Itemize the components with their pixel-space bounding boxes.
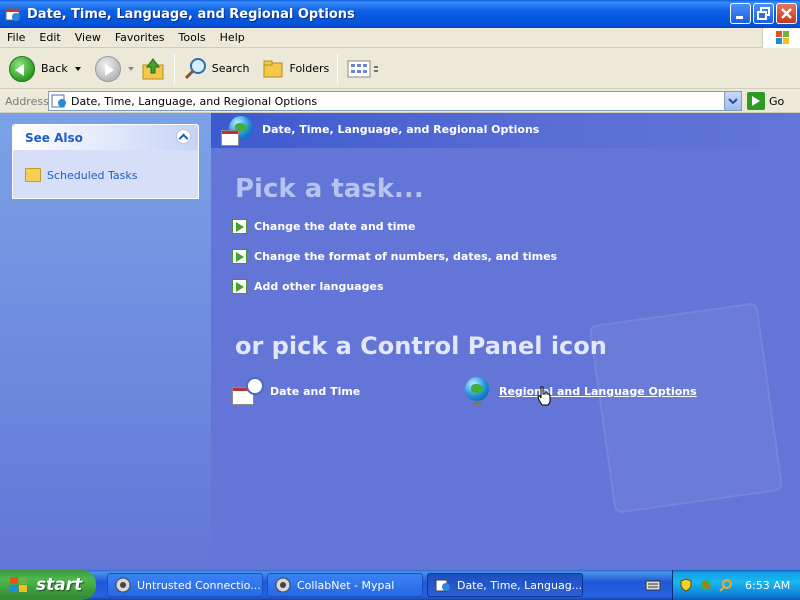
toolbar: Back Search Folders (0, 49, 800, 89)
pick-icon-heading: or pick a Control Panel icon (235, 332, 607, 360)
restore-button[interactable] (753, 3, 774, 24)
see-also-panel: See Also Scheduled Tasks (12, 124, 199, 199)
keyboard-icon[interactable] (645, 578, 661, 592)
cp-icon-date-time[interactable]: Date and Time (232, 375, 360, 407)
taskbar-button-label: Untrusted Connectio... (137, 578, 261, 592)
network-icon[interactable] (699, 578, 713, 592)
taskbar-button-date-time[interactable]: Date, Time, Languag... (427, 573, 583, 597)
scheduled-tasks-icon (25, 168, 41, 182)
cp-label-regional-language: Regional and Language Options (499, 384, 697, 398)
date-time-icon (232, 375, 266, 407)
forward-button[interactable] (92, 53, 137, 85)
go-label: Go (769, 94, 785, 108)
close-button[interactable] (776, 3, 797, 24)
control-panel-page-icon (51, 94, 66, 108)
folders-button[interactable]: Folders (259, 53, 333, 85)
browser-icon (115, 577, 131, 593)
address-input[interactable]: Date, Time, Language, and Regional Optio… (48, 91, 742, 111)
task-label: Change the format of numbers, dates, and… (254, 250, 558, 263)
sidebar-item-scheduled-tasks[interactable]: Scheduled Tasks (25, 168, 138, 182)
sidebar-item-label: Scheduled Tasks (47, 168, 138, 182)
address-label: Address (5, 94, 49, 108)
menu-view[interactable]: View (68, 31, 108, 44)
task-add-languages[interactable]: Add other languages (232, 279, 384, 294)
up-folder-button[interactable] (137, 53, 169, 85)
window-title: Date, Time, Language, and Regional Optio… (27, 6, 355, 22)
windows-logo-icon (762, 28, 800, 48)
address-bar: Address Date, Time, Language, and Region… (0, 90, 800, 113)
back-label: Back (41, 62, 68, 75)
see-also-header[interactable]: See Also (13, 125, 198, 150)
category-header: Date, Time, Language, and Regional Optio… (211, 113, 800, 148)
cp-label-date-time: Date and Time (270, 384, 361, 398)
back-arrow-icon (9, 55, 35, 82)
search-tray-icon[interactable] (719, 578, 733, 592)
main-content: Date, Time, Language, and Regional Optio… (211, 113, 800, 570)
task-arrow-icon (232, 249, 247, 264)
title-bar[interactable]: Date, Time, Language, and Regional Optio… (0, 0, 800, 28)
task-label: Change the date and time (254, 220, 416, 233)
security-shield-icon[interactable] (679, 578, 693, 592)
forward-arrow-icon (94, 55, 121, 82)
category-title: Date, Time, Language, and Regional Optio… (262, 123, 540, 136)
taskbar-clock[interactable]: 6:53 AM (745, 579, 790, 592)
task-arrow-icon (232, 219, 247, 234)
task-label: Add other languages (254, 280, 384, 293)
hand-cursor-icon (537, 386, 551, 406)
search-button[interactable]: Search (180, 53, 253, 85)
minimize-button[interactable] (730, 3, 751, 24)
up-folder-icon (142, 57, 164, 79)
search-label: Search (211, 62, 250, 75)
menu-tools[interactable]: Tools (172, 31, 213, 44)
browser-icon (275, 577, 291, 593)
menu-help[interactable]: Help (213, 31, 252, 44)
start-button[interactable]: start (0, 570, 96, 600)
taskbar-button-untrusted[interactable]: Untrusted Connectio... (107, 573, 263, 597)
menu-file[interactable]: File (0, 31, 32, 44)
collapse-chevron-icon[interactable] (176, 129, 191, 144)
menu-bar: File Edit View Favorites Tools Help (0, 28, 800, 48)
window-icon (4, 5, 22, 23)
task-pane: See Also Scheduled Tasks (0, 113, 211, 570)
task-change-format[interactable]: Change the format of numbers, dates, and… (232, 249, 557, 264)
forward-dropdown-icon[interactable] (127, 66, 134, 71)
globe-icon (465, 375, 495, 407)
category-icon (221, 116, 257, 148)
address-dropdown-button[interactable] (724, 92, 741, 110)
system-tray: 6:53 AM (672, 570, 800, 600)
back-button[interactable]: Back (6, 53, 84, 85)
folders-icon (263, 60, 283, 77)
pick-task-heading: Pick a task... (235, 174, 424, 204)
watermark-graphic (588, 302, 784, 514)
cp-icon-regional-language[interactable]: Regional and Language Options (465, 375, 697, 407)
taskbar-button-collabnet[interactable]: CollabNet - Mypal (267, 573, 423, 597)
folders-label: Folders (289, 62, 330, 75)
menu-edit[interactable]: Edit (32, 31, 67, 44)
control-panel-icon (435, 579, 450, 592)
taskbar-button-label: Date, Time, Languag... (456, 578, 582, 592)
address-value: Date, Time, Language, and Regional Optio… (71, 94, 318, 108)
see-also-title: See Also (25, 130, 83, 145)
task-arrow-icon (232, 279, 247, 294)
taskbar-button-label: CollabNet - Mypal (297, 578, 395, 592)
back-dropdown-icon[interactable] (74, 66, 81, 71)
go-arrow-icon (747, 92, 765, 110)
taskbar: start Untrusted Connectio... CollabNet -… (0, 570, 800, 600)
go-button[interactable]: Go (747, 92, 784, 110)
start-label: start (36, 575, 83, 595)
windows-flag-icon (10, 576, 30, 594)
menu-favorites[interactable]: Favorites (108, 31, 172, 44)
views-icon (347, 60, 379, 77)
search-icon (184, 57, 206, 79)
task-change-date-time[interactable]: Change the date and time (232, 219, 415, 234)
views-button[interactable] (343, 53, 383, 85)
